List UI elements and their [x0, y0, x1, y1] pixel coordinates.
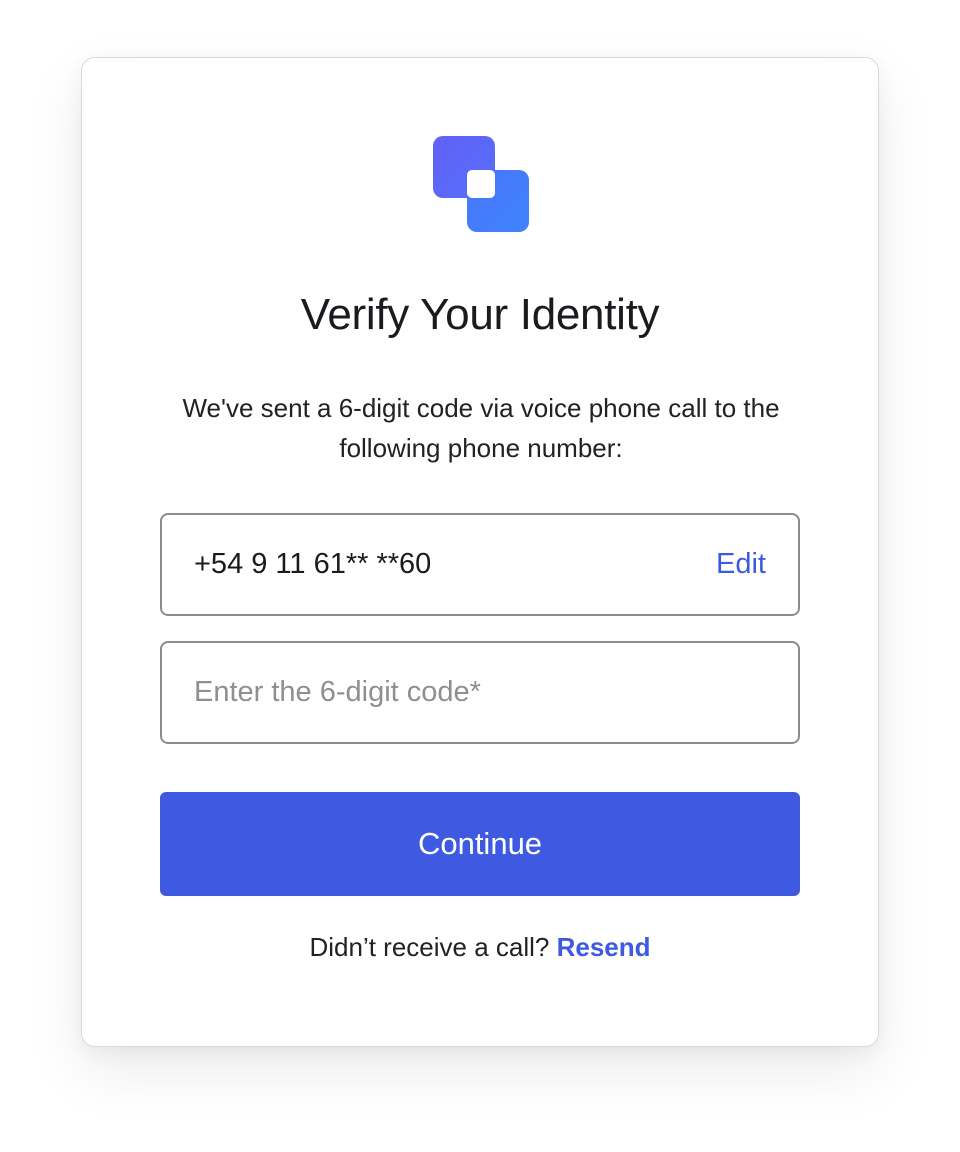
phone-number-value: +54 9 11 61** **60 [194, 548, 432, 580]
code-field[interactable] [160, 641, 800, 744]
continue-button[interactable]: Continue [160, 792, 800, 896]
page-title: Verify Your Identity [300, 290, 660, 339]
resend-row: Didn’t receive a call? Resend [82, 932, 878, 963]
instruction-text: We've sent a 6-digit code via voice phon… [182, 393, 780, 463]
app-logo-icon [433, 136, 529, 232]
edit-phone-link[interactable]: Edit [716, 548, 766, 581]
phone-number-field: +54 9 11 61** **60 Edit [160, 513, 800, 616]
resend-link[interactable]: Resend [557, 932, 651, 962]
verification-code-input[interactable] [194, 676, 766, 709]
resend-prompt: Didn’t receive a call? [309, 932, 550, 962]
verification-card: Verify Your Identity We've sent a 6-digi… [81, 57, 879, 1047]
